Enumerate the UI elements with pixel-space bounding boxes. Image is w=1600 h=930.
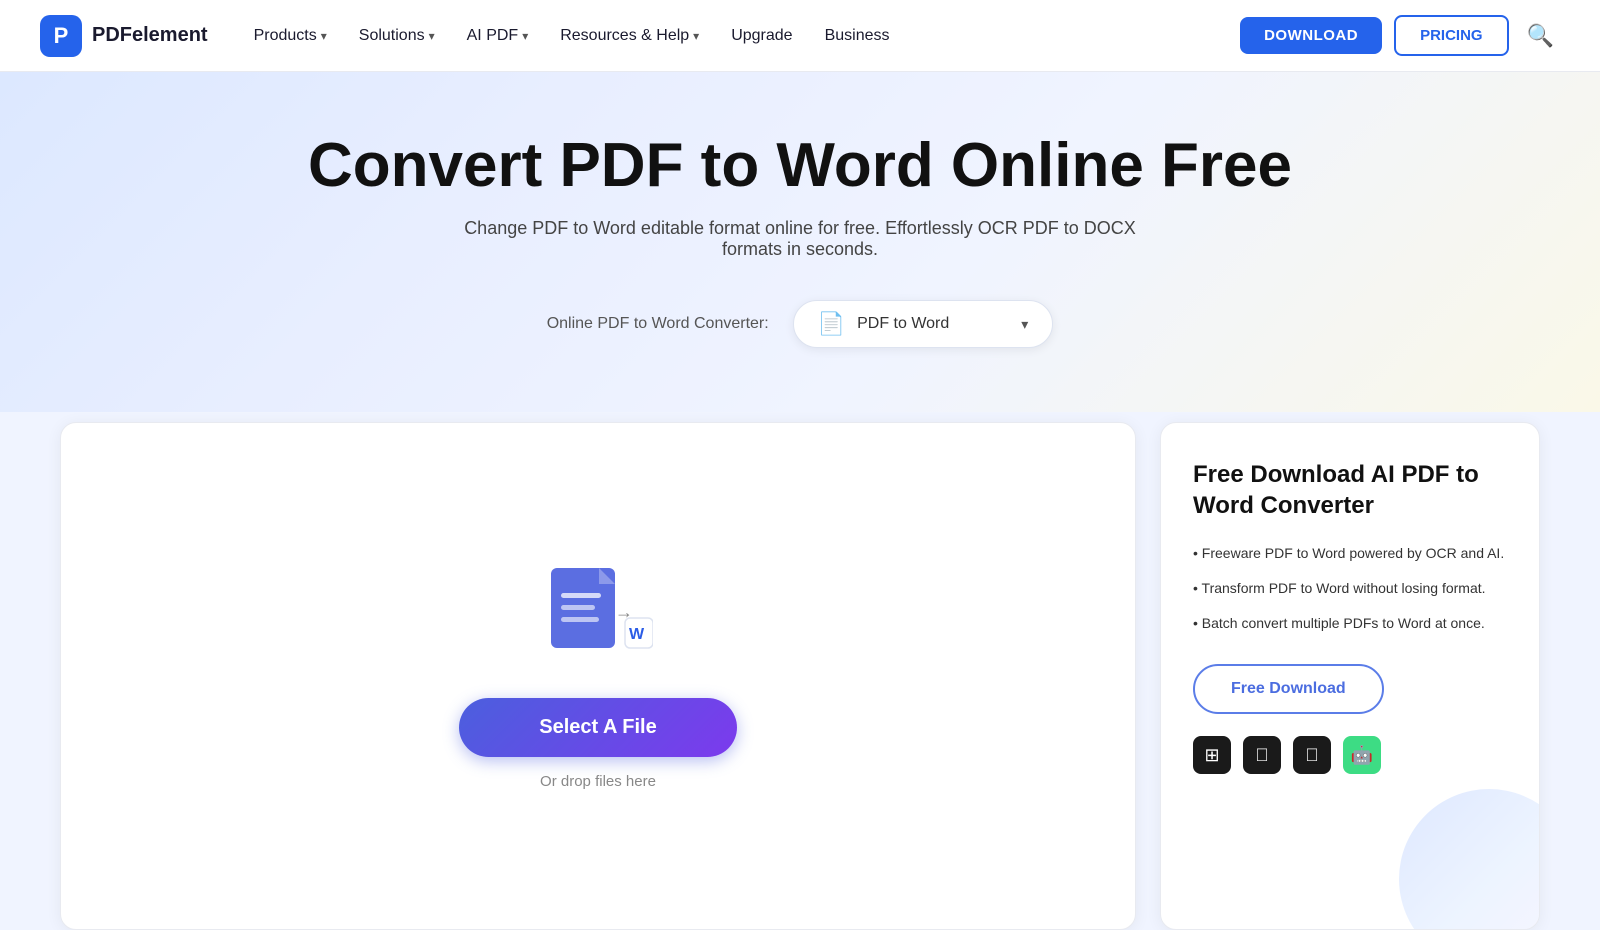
free-download-button[interactable]: Free Download [1193,664,1384,714]
nav-solutions-label: Solutions [359,27,425,45]
chevron-down-icon: ▾ [693,29,699,43]
svg-text:W: W [629,626,645,643]
pricing-button[interactable]: PRICING [1394,15,1509,56]
converter-pdf-icon: 📄 [818,311,845,337]
hero-section: Convert PDF to Word Online Free Change P… [0,72,1600,412]
platform-icons: ⊞   🤖 [1193,736,1507,774]
converter-value: PDF to Word [857,315,949,333]
upload-card: → W Select A File Or drop files here [60,422,1136,930]
side-card-feature-1: • Freeware PDF to Word powered by OCR an… [1193,543,1507,564]
nav-products-label: Products [254,27,317,45]
android-icon: 🤖 [1343,736,1381,774]
converter-dropdown[interactable]: 📄 PDF to Word ▾ [793,300,1054,348]
chevron-down-icon: ▾ [429,29,435,43]
nav-right: DOWNLOAD PRICING 🔍 [1240,15,1560,56]
nav-ai-pdf[interactable]: AI PDF ▾ [453,19,543,53]
chevron-down-icon: ▾ [522,29,528,43]
mac-icon:  [1243,736,1281,774]
hero-subtitle: Change PDF to Word editable format onlin… [450,218,1150,260]
side-card-feature-2: • Transform PDF to Word without losing f… [1193,578,1507,599]
nav-business-label: Business [825,27,890,45]
upload-icon-area: → W [543,563,653,668]
logo-area[interactable]: P PDFelement [40,15,208,57]
side-card-feature-3: • Batch convert multiple PDFs to Word at… [1193,613,1507,634]
windows-icon: ⊞ [1193,736,1231,774]
nav-resources-label: Resources & Help [560,27,689,45]
nav-ai-pdf-label: AI PDF [467,27,519,45]
nav-upgrade[interactable]: Upgrade [717,19,806,53]
select-file-button[interactable]: Select A File [459,698,736,757]
drop-files-text: Or drop files here [540,773,656,790]
search-icon[interactable]: 🔍 [1521,17,1560,55]
logo-icon: P [40,15,82,57]
nav-business[interactable]: Business [811,19,904,53]
chevron-down-icon: ▾ [1021,316,1028,333]
ios-icon:  [1293,736,1331,774]
nav-solutions[interactable]: Solutions ▾ [345,19,449,53]
navbar: P PDFelement Products ▾ Solutions ▾ AI P… [0,0,1600,72]
side-card: Free Download AI PDF to Word Converter •… [1160,422,1540,930]
decorative-circle [1399,789,1540,930]
page-title: Convert PDF to Word Online Free [80,132,1520,200]
brand-name: PDFelement [92,24,208,47]
nav-resources[interactable]: Resources & Help ▾ [546,19,713,53]
nav-upgrade-label: Upgrade [731,27,792,45]
pdf-to-word-icon: → W [543,563,653,663]
converter-label: Online PDF to Word Converter: [547,315,769,333]
logo-letter: P [54,23,69,49]
side-card-title: Free Download AI PDF to Word Converter [1193,459,1507,521]
main-content: → W Select A File Or drop files here Fre… [0,422,1600,930]
nav-links: Products ▾ Solutions ▾ AI PDF ▾ Resource… [240,19,1240,53]
chevron-down-icon: ▾ [321,29,327,43]
nav-products[interactable]: Products ▾ [240,19,341,53]
download-button[interactable]: DOWNLOAD [1240,17,1382,54]
